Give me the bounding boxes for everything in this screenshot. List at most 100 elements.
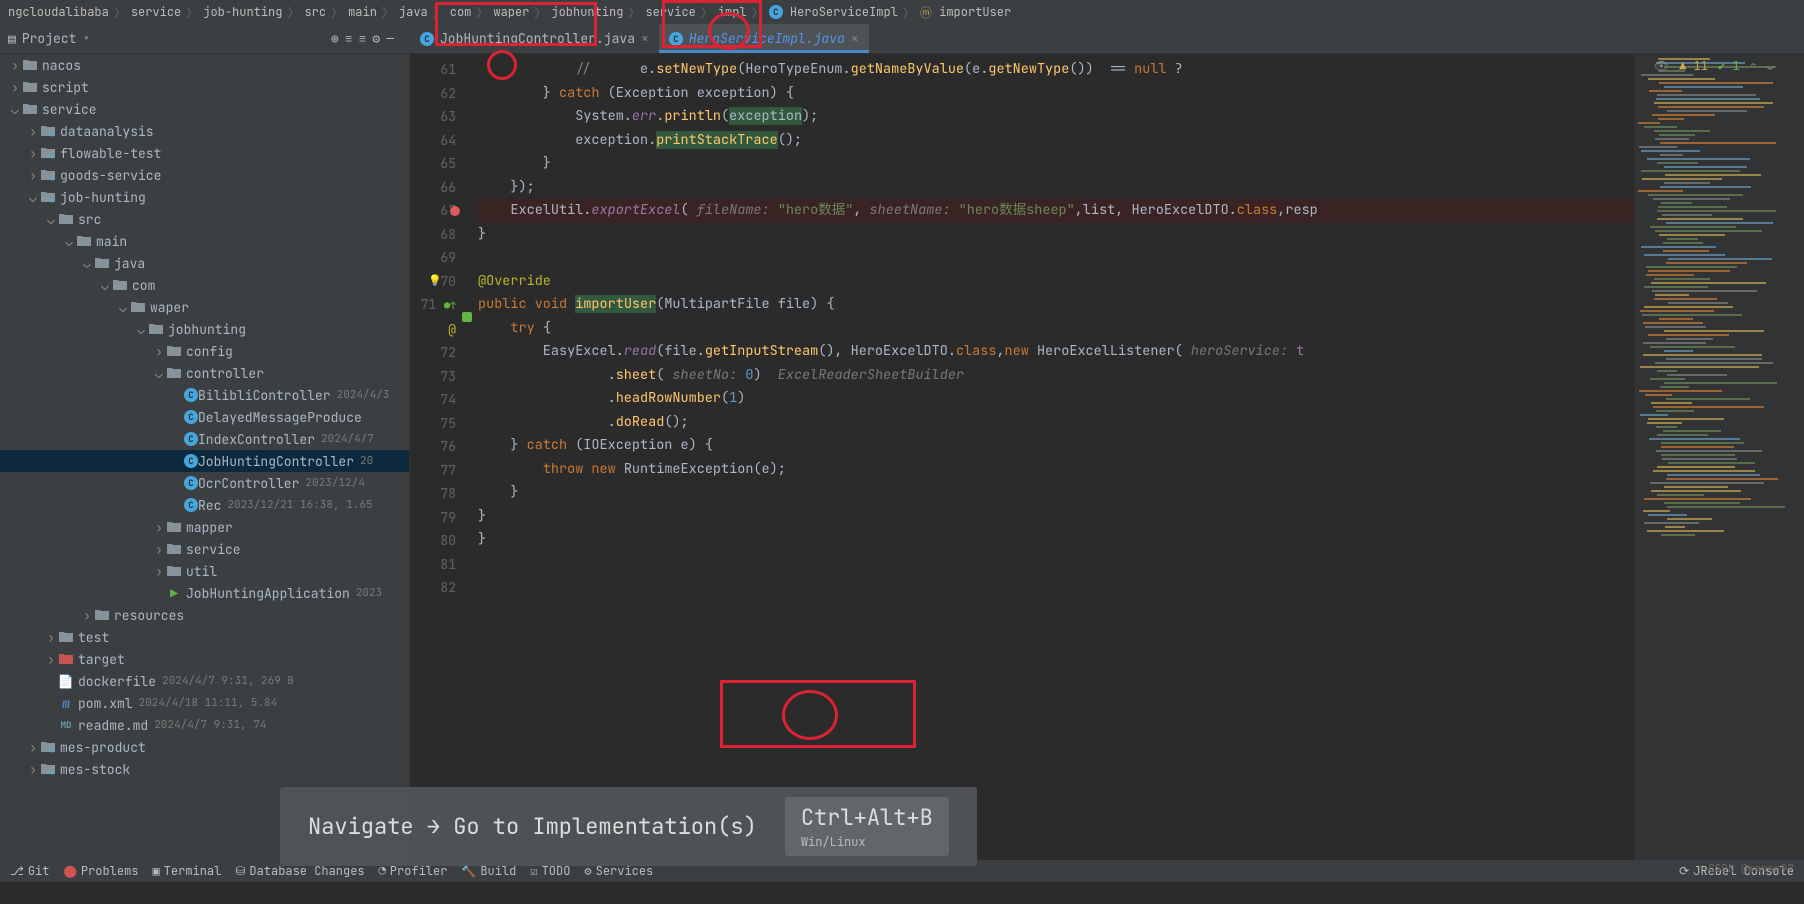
expand-arrow-icon[interactable]: ⌄	[26, 189, 40, 206]
crumb[interactable]: waper	[493, 4, 529, 20]
tree-row-service[interactable]: ›service	[0, 538, 409, 560]
expand-arrow-icon[interactable]: ›	[26, 761, 40, 778]
tree-row-mapper[interactable]: ›mapper	[0, 516, 409, 538]
tree-row-dockerfile[interactable]: 📄dockerfile2024/4/7 9:31, 269 B	[0, 670, 409, 692]
collapse-icon[interactable]: ≡	[359, 30, 367, 47]
dropdown-icon[interactable]: ▾	[82, 30, 90, 47]
crumb[interactable]: impl	[718, 4, 747, 20]
close-icon[interactable]: ×	[851, 30, 859, 47]
tree-row-pom.xml[interactable]: mpom.xml2024/4/18 11:11, 5.84	[0, 692, 409, 714]
tree-row-com[interactable]: ⌄com	[0, 274, 409, 296]
tree-row-src[interactable]: ⌄src	[0, 208, 409, 230]
checks-badge[interactable]: ✔ 1	[1718, 58, 1740, 74]
tree-row-biliblicontroller[interactable]: CBilibliController2024/4/3	[0, 384, 409, 406]
eye-icon[interactable]: 👁	[1654, 58, 1669, 74]
line-gutter[interactable]: 6162636465666768697071 ●↑ @7273747576777…	[410, 54, 478, 882]
expand-arrow-icon[interactable]: ›	[44, 651, 58, 668]
expand-arrow-icon[interactable]: ⌄	[80, 255, 94, 272]
tree-row-goods-service[interactable]: ›goods-service	[0, 164, 409, 186]
expand-arrow-icon[interactable]: ›	[152, 519, 166, 536]
tree-row-waper[interactable]: ⌄waper	[0, 296, 409, 318]
tree-row-controller[interactable]: ⌄controller	[0, 362, 409, 384]
tree-row-target[interactable]: ›target	[0, 648, 409, 670]
expand-arrow-icon[interactable]: ›	[44, 629, 58, 646]
crumb[interactable]: com	[450, 4, 472, 20]
tree-row-ocrcontroller[interactable]: COcrController2023/12/4	[0, 472, 409, 494]
tree-label: pom.xml	[78, 695, 133, 712]
expand-arrow-icon[interactable]: ⌄	[8, 101, 22, 118]
tree-row-job-hunting[interactable]: ⌄job-hunting	[0, 186, 409, 208]
tree-label: script	[42, 79, 89, 96]
tree-row-resources[interactable]: ›resources	[0, 604, 409, 626]
tree-row-rec[interactable]: CRec2023/12/21 16:38, 1.65	[0, 494, 409, 516]
tree-row-delayedmessageproduce[interactable]: CDelayedMessageProduce	[0, 406, 409, 428]
crumb[interactable]: C HeroServiceImpl	[769, 4, 898, 20]
tree-row-indexcontroller[interactable]: CIndexController2024/4/7	[0, 428, 409, 450]
expand-arrow-icon[interactable]: ›	[8, 79, 22, 96]
expand-arrow-icon[interactable]: ›	[26, 145, 40, 162]
project-tree[interactable]: ›nacos›script⌄service›dataanalysis›flowa…	[0, 54, 410, 882]
tree-label: IndexController	[198, 431, 315, 448]
settings-icon[interactable]: ⚙	[372, 30, 380, 47]
tab-heroserviceimpl[interactable]: C HeroServiceImpl.java ×	[659, 24, 869, 53]
up-icon[interactable]: ⌃	[1750, 58, 1757, 74]
expand-arrow-icon[interactable]: ⌄	[152, 365, 166, 382]
tree-row-readme.md[interactable]: MDreadme.md2024/4/7 9:31, 74	[0, 714, 409, 736]
minimap[interactable]	[1634, 54, 1804, 882]
crumb[interactable]: ngcloudalibaba	[8, 4, 109, 20]
expand-arrow-icon[interactable]: ›	[26, 167, 40, 184]
crumb[interactable]: service	[131, 4, 181, 20]
crumb[interactable]: src	[304, 4, 326, 20]
expand-arrow-icon[interactable]: ⌄	[116, 299, 130, 316]
inspection-status[interactable]: 👁 ▲ 11 ✔ 1 ⌃ ⌄	[1654, 58, 1774, 74]
problems-tab[interactable]: ⬤ Problems	[63, 863, 138, 879]
crumb[interactable]: main	[348, 4, 377, 20]
expand-arrow-icon[interactable]: ⌄	[98, 277, 112, 294]
tree-row-flowable-test[interactable]: ›flowable-test	[0, 142, 409, 164]
popup-shortcut: Ctrl+Alt+B Win/Linux	[785, 797, 949, 856]
tree-row-util[interactable]: ›util	[0, 560, 409, 582]
code-area[interactable]: // e.setNewType(HeroTypeEnum.getNameByVa…	[478, 54, 1634, 882]
locate-icon[interactable]: ⊕	[331, 30, 339, 47]
crumb[interactable]: java	[399, 4, 428, 20]
hide-icon[interactable]: —	[386, 30, 394, 47]
crumb[interactable]: job-hunting	[203, 4, 282, 20]
crumb[interactable]: jobhunting	[551, 4, 623, 20]
expand-arrow-icon[interactable]: ›	[152, 343, 166, 360]
tree-row-nacos[interactable]: ›nacos	[0, 54, 409, 76]
expand-arrow-icon[interactable]: ›	[8, 57, 22, 74]
crumb[interactable]: ⓜ importUser	[920, 4, 1011, 21]
folder-icon	[166, 365, 182, 381]
tree-row-jobhuntingapplication[interactable]: ▶JobHuntingApplication2023	[0, 582, 409, 604]
tree-row-dataanalysis[interactable]: ›dataanalysis	[0, 120, 409, 142]
tree-row-jobhuntingcontroller[interactable]: CJobHuntingController20	[0, 450, 409, 472]
tree-row-mes-stock[interactable]: ›mes-stock	[0, 758, 409, 780]
tree-row-mes-product[interactable]: ›mes-product	[0, 736, 409, 758]
expand-arrow-icon[interactable]: ›	[152, 541, 166, 558]
tree-row-java[interactable]: ⌄java	[0, 252, 409, 274]
tree-row-script[interactable]: › script	[0, 76, 409, 98]
close-icon[interactable]: ×	[641, 30, 649, 47]
git-tab[interactable]: ⎇ Git	[10, 863, 49, 879]
expand-arrow-icon[interactable]: ⌄	[134, 321, 148, 338]
expand-arrow-icon[interactable]: ⌄	[62, 233, 76, 250]
expand-arrow-icon[interactable]: ›	[26, 123, 40, 140]
expand-arrow-icon[interactable]: ›	[26, 739, 40, 756]
warnings-badge[interactable]: ▲ 11	[1679, 58, 1708, 74]
crumb[interactable]: service	[645, 4, 695, 20]
project-label[interactable]: Project	[22, 30, 77, 47]
expand-arrow-icon[interactable]: ›	[152, 563, 166, 580]
tree-row-test[interactable]: ›test	[0, 626, 409, 648]
down-icon[interactable]: ⌄	[1767, 58, 1774, 74]
expand-arrow-icon[interactable]: ⌄	[44, 211, 58, 228]
tab-jobhuntingcontroller[interactable]: C JobHuntingController.java ×	[410, 24, 659, 53]
code-editor[interactable]: 👁 ▲ 11 ✔ 1 ⌃ ⌄ 6162636465666768697071 ●↑…	[410, 54, 1804, 882]
expand-arrow-icon[interactable]: ›	[80, 607, 94, 624]
folder-icon	[22, 79, 38, 95]
tree-row-service[interactable]: ⌄service	[0, 98, 409, 120]
terminal-tab[interactable]: ▣ Terminal	[152, 863, 221, 879]
tree-row-config[interactable]: ›config	[0, 340, 409, 362]
tree-row-main[interactable]: ⌄main	[0, 230, 409, 252]
expand-icon[interactable]: ≡	[345, 30, 353, 47]
tree-row-jobhunting[interactable]: ⌄jobhunting	[0, 318, 409, 340]
